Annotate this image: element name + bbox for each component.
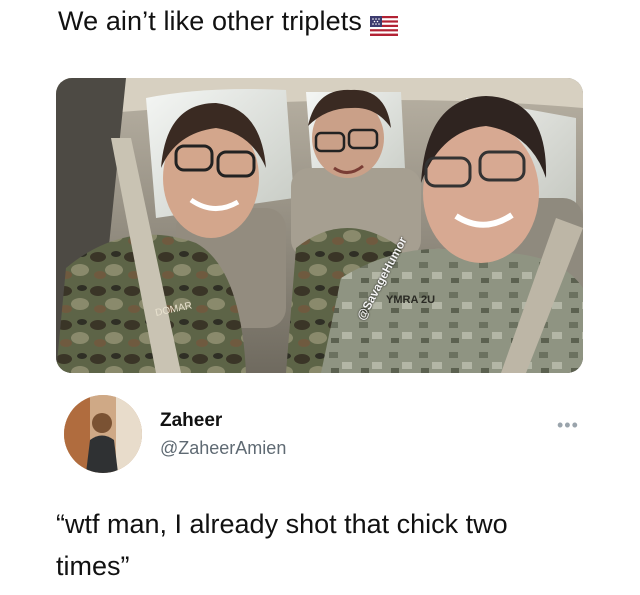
more-dots-icon[interactable]: ••• — [557, 416, 579, 434]
triplets-photo: DOMAR YMRA 2U @SavageHumor — [56, 78, 583, 373]
user-handle[interactable]: @ZaheerAmien — [160, 438, 286, 459]
us-flag-icon — [369, 12, 398, 36]
meme-caption: We ain’t like other triplets — [58, 6, 398, 37]
caption-text: We ain’t like other triplets — [58, 6, 362, 36]
tweet-text: “wtf man, I already shot that chick two … — [56, 509, 508, 581]
right-nametape: YMRA 2U — [386, 294, 435, 306]
display-name[interactable]: Zaheer — [160, 410, 222, 432]
tweet-card: Zaheer @ZaheerAmien ••• “wtf man, I alre… — [56, 395, 585, 595]
user-avatar[interactable] — [64, 395, 142, 473]
